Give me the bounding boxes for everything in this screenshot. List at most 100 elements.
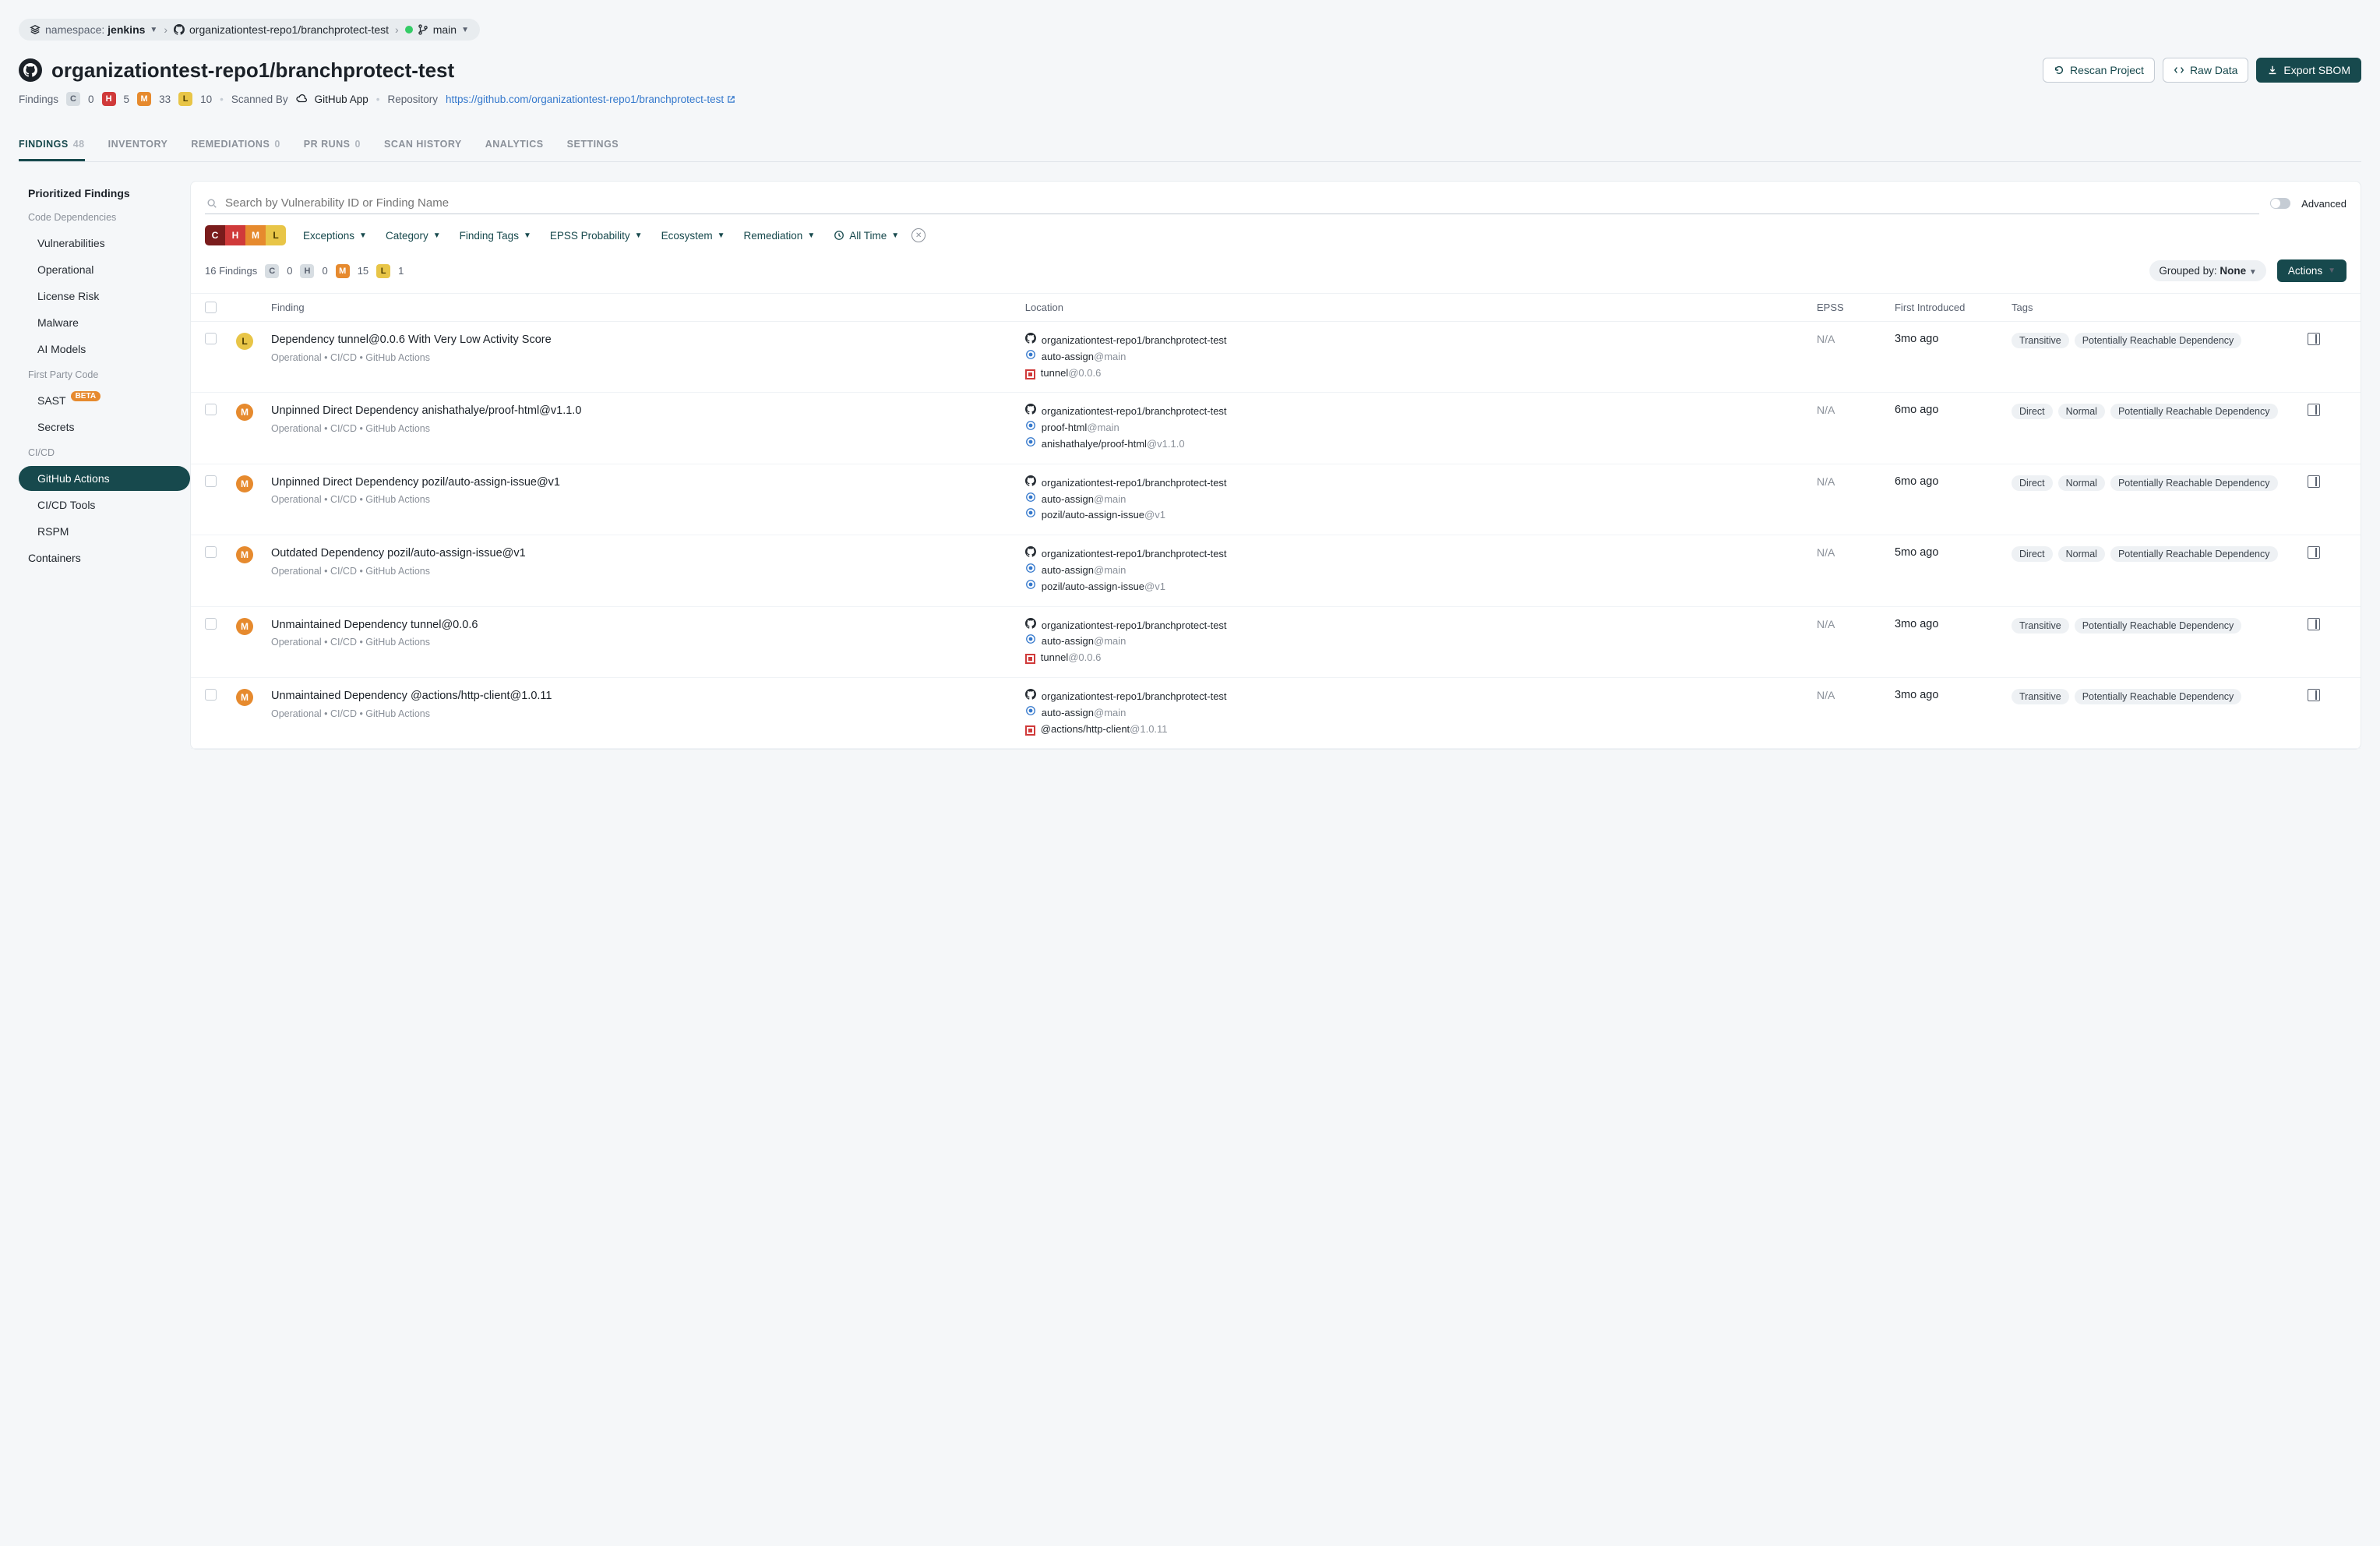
tab-settings[interactable]: SETTINGS	[567, 129, 619, 161]
filter-ecosystem[interactable]: Ecosystem▼	[655, 226, 732, 245]
severity-chip-high[interactable]: H	[225, 225, 245, 245]
details-panel-icon[interactable]	[2308, 333, 2320, 345]
tab-scan-history[interactable]: SCAN HISTORY	[384, 129, 462, 161]
table-row[interactable]: L Dependency tunnel@0.0.6 With Very Low …	[191, 322, 2361, 393]
clear-filters-button[interactable]: ✕	[911, 228, 926, 242]
table-row[interactable]: M Outdated Dependency pozil/auto-assign-…	[191, 535, 2361, 606]
status-count-low: 1	[398, 265, 404, 277]
export-sbom-button[interactable]: Export SBOM	[2256, 58, 2361, 83]
filter-remediation[interactable]: Remediation▼	[738, 226, 822, 245]
row-checkbox[interactable]	[205, 546, 217, 558]
epss-value: N/A	[1817, 333, 1895, 345]
location-cell: organizationtest-repo1/branchprotect-tes…	[1025, 404, 1817, 452]
finding-title: Outdated Dependency pozil/auto-assign-is…	[271, 546, 1025, 562]
github-icon	[1025, 475, 1036, 486]
raw-data-button[interactable]: Raw Data	[2163, 58, 2248, 83]
advanced-toggle[interactable]	[2270, 198, 2290, 209]
breadcrumb-branch[interactable]: main ▼	[405, 23, 469, 36]
row-checkbox[interactable]	[205, 333, 217, 344]
tags-cell: DirectNormalPotentially Reachable Depend…	[2012, 546, 2308, 562]
table-row[interactable]: M Unpinned Direct Dependency anishathaly…	[191, 393, 2361, 464]
sidebar-item-ai-models[interactable]: AI Models	[19, 337, 190, 362]
row-checkbox[interactable]	[205, 404, 217, 415]
filter-exceptions[interactable]: Exceptions▼	[297, 226, 373, 245]
sidebar-item-malware[interactable]: Malware	[19, 310, 190, 335]
chevron-down-icon: ▼	[461, 26, 469, 34]
table-row[interactable]: M Unmaintained Dependency @actions/http-…	[191, 678, 2361, 749]
severity-high-badge: H	[102, 92, 116, 106]
breadcrumb-branch-text: main	[433, 23, 457, 36]
tab-findings[interactable]: FINDINGS48	[19, 129, 85, 161]
rescan-button[interactable]: Rescan Project	[2043, 58, 2155, 83]
details-panel-icon[interactable]	[2308, 546, 2320, 559]
sidebar-item-vulnerabilities[interactable]: Vulnerabilities	[19, 231, 190, 256]
epss-value: N/A	[1817, 618, 1895, 630]
tag-pill: Potentially Reachable Dependency	[2075, 689, 2242, 704]
severity-indicator: M	[236, 404, 253, 421]
sidebar-item-containers[interactable]: Containers	[19, 545, 190, 570]
tag-pill: Transitive	[2012, 333, 2069, 348]
filter-category[interactable]: Category▼	[379, 226, 447, 245]
tag-pill: Direct	[2012, 404, 2053, 419]
table-row[interactable]: M Unmaintained Dependency tunnel@0.0.6 O…	[191, 607, 2361, 678]
search-box[interactable]	[205, 192, 2259, 214]
col-epss: EPSS	[1817, 302, 1895, 313]
package-box-icon	[1025, 369, 1035, 379]
tab-remediations[interactable]: REMEDIATIONS0	[191, 129, 280, 161]
filter-time[interactable]: All Time▼	[827, 226, 905, 245]
severity-chip-medium[interactable]: M	[245, 225, 266, 245]
finding-title: Unmaintained Dependency tunnel@0.0.6	[271, 618, 1025, 634]
sidebar-item-operational[interactable]: Operational	[19, 257, 190, 282]
sidebar-item-sast[interactable]: SASTBETA	[19, 388, 190, 413]
med-count: 33	[159, 94, 171, 105]
tab-analytics[interactable]: ANALYTICS	[485, 129, 544, 161]
table-row[interactable]: M Unpinned Direct Dependency pozil/auto-…	[191, 464, 2361, 535]
meta-row: Findings C0 H5 M33 L10 • Scanned By GitH…	[19, 92, 2361, 106]
grouped-by-selector[interactable]: Grouped by: None ▼	[2149, 260, 2265, 281]
details-panel-icon[interactable]	[2308, 475, 2320, 488]
sidebar-item-prioritized[interactable]: Prioritized Findings	[19, 181, 190, 206]
actions-button[interactable]: Actions▼	[2277, 259, 2347, 282]
row-checkbox[interactable]	[205, 618, 217, 630]
sidebar-item-secrets[interactable]: Secrets	[19, 415, 190, 439]
location-cell: organizationtest-repo1/branchprotect-tes…	[1025, 475, 1817, 524]
breadcrumb-separator: ›	[395, 23, 399, 36]
sidebar-item-rspm[interactable]: RSPM	[19, 519, 190, 544]
status-count-medium: 15	[358, 265, 368, 277]
sidebar-item-github-actions[interactable]: GitHub Actions	[19, 466, 190, 491]
breadcrumb-repo[interactable]: organizationtest-repo1/branchprotect-tes…	[174, 23, 389, 36]
severity-indicator: M	[236, 475, 253, 492]
filter-finding-tags[interactable]: Finding Tags▼	[453, 226, 538, 245]
severity-chip-critical[interactable]: C	[205, 225, 225, 245]
severity-indicator: M	[236, 618, 253, 635]
low-count: 10	[200, 94, 212, 105]
location-cell: organizationtest-repo1/branchprotect-tes…	[1025, 618, 1817, 666]
tag-pill: Potentially Reachable Dependency	[2110, 404, 2278, 419]
details-panel-icon[interactable]	[2308, 618, 2320, 630]
row-checkbox[interactable]	[205, 475, 217, 487]
details-panel-icon[interactable]	[2308, 689, 2320, 701]
severity-indicator: M	[236, 689, 253, 706]
repository-link[interactable]: https://github.com/organizationtest-repo…	[446, 94, 735, 105]
clock-icon	[834, 230, 844, 241]
first-introduced-value: 6mo ago	[1895, 475, 2012, 488]
layers-icon	[30, 24, 41, 35]
finding-title: Dependency tunnel@0.0.6 With Very Low Ac…	[271, 333, 1025, 348]
sidebar-item-license-risk[interactable]: License Risk	[19, 284, 190, 309]
rescan-label: Rescan Project	[2070, 64, 2144, 76]
sidebar-item-cicd-tools[interactable]: CI/CD Tools	[19, 492, 190, 517]
row-checkbox[interactable]	[205, 689, 217, 701]
status-dot-icon	[405, 26, 413, 34]
package-box-icon	[1025, 725, 1035, 736]
severity-chip-low[interactable]: L	[266, 225, 286, 245]
select-all-checkbox[interactable]	[205, 302, 217, 313]
package-box-icon	[1025, 654, 1035, 664]
tab-pr-runs[interactable]: PR RUNS0	[304, 129, 361, 161]
tab-inventory[interactable]: INVENTORY	[108, 129, 168, 161]
search-input[interactable]	[225, 196, 2258, 210]
dependency-icon	[1025, 634, 1036, 644]
critical-count: 0	[88, 94, 94, 105]
filter-epss[interactable]: EPSS Probability▼	[544, 226, 649, 245]
details-panel-icon[interactable]	[2308, 404, 2320, 416]
breadcrumb-namespace[interactable]: namespace: jenkins ▼	[30, 23, 157, 36]
